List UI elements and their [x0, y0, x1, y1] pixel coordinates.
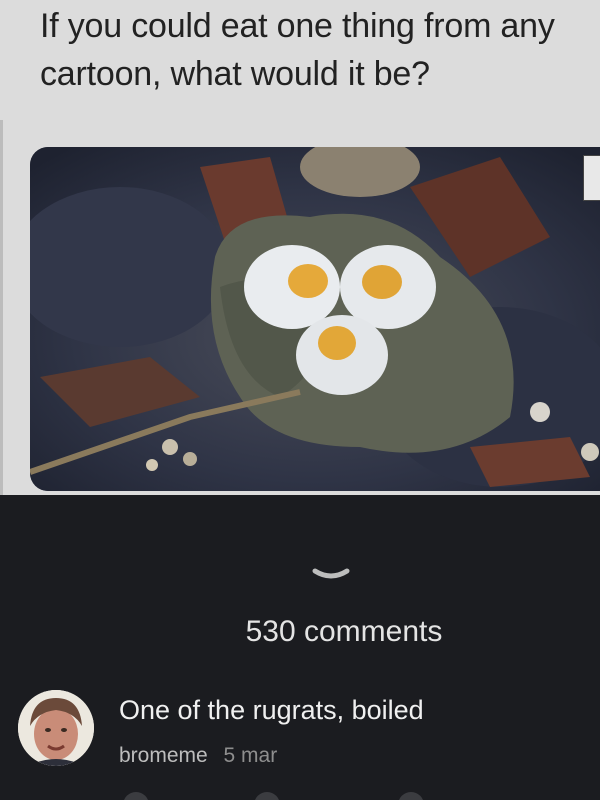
post-card[interactable]: If you could eat one thing from any cart… [0, 0, 600, 495]
post-title: If you could eat one thing from any cart… [40, 7, 555, 93]
reply-icon[interactable] [123, 792, 149, 800]
comments-count[interactable]: 530 comments [0, 612, 600, 652]
app-screen: If you could eat one thing from any cart… [0, 0, 600, 800]
comment-item[interactable]: One of the rugrats, boiled bromeme 5 mar [18, 690, 588, 780]
avatar-portrait [18, 690, 94, 766]
card-edge [0, 120, 3, 495]
comment-date: 5 mar [223, 744, 278, 767]
post-image[interactable] [30, 147, 600, 491]
upvote-icon[interactable] [254, 792, 280, 800]
comment-author[interactable]: bromeme [119, 744, 208, 767]
comment-text: One of the rugrats, boiled [119, 695, 424, 725]
comment-meta: bromeme 5 mar [119, 742, 277, 770]
avatar[interactable] [18, 690, 94, 766]
post-image-art [30, 147, 600, 491]
more-icon[interactable] [398, 792, 424, 800]
chevron-down-icon[interactable] [311, 565, 351, 589]
video-badge-icon [583, 155, 600, 201]
comment-actions [0, 792, 600, 800]
